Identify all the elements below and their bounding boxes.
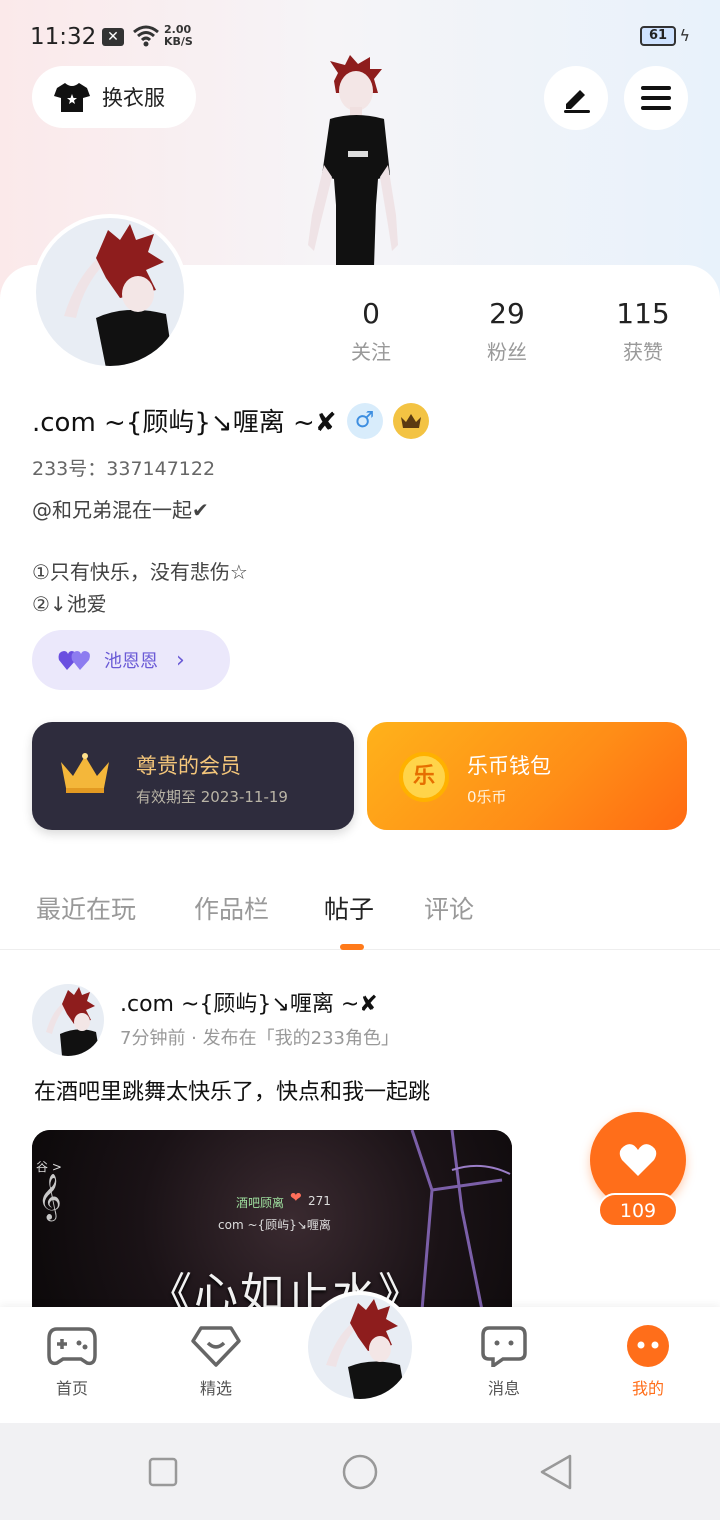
bottom-navigation: 首页 精选 消息 我的 bbox=[0, 1291, 720, 1423]
thumbnail-overlay-name: 酒吧顾离 bbox=[236, 1196, 285, 1210]
nav-home[interactable]: 首页 bbox=[27, 1325, 117, 1399]
bio-line-3: ②↓池爱 bbox=[32, 592, 107, 616]
stat-followers[interactable]: 29 粉丝 bbox=[462, 298, 552, 365]
gamepad-icon bbox=[47, 1327, 97, 1366]
stat-following[interactable]: 0 关注 bbox=[326, 298, 416, 365]
user-id: 233号：337147122 bbox=[32, 458, 216, 480]
profile-face-icon bbox=[627, 1325, 669, 1367]
double-heart-icon bbox=[58, 651, 90, 670]
system-navigation-bar bbox=[0, 1423, 720, 1520]
cp-name: 池恩恩 bbox=[104, 651, 158, 672]
tab-recently-played[interactable]: 最近在玩 bbox=[36, 890, 136, 926]
wallet-balance: 0乐币 bbox=[467, 788, 507, 806]
music-note-icon: 𝄞 bbox=[38, 1174, 62, 1220]
pencil-icon bbox=[564, 90, 590, 113]
edit-profile-button[interactable] bbox=[544, 66, 608, 130]
post-meta: 7分钟前 · 发布在「我的233角色」 bbox=[120, 1028, 399, 1049]
recent-apps-icon[interactable] bbox=[148, 1457, 178, 1487]
status-bar: 11:32 ✕ 2.00 KB/S 61 ϟ bbox=[0, 18, 720, 58]
chevron-right-icon: › bbox=[176, 647, 185, 673]
tab-comments[interactable]: 评论 bbox=[424, 890, 474, 926]
nav-featured-label: 精选 bbox=[199, 1379, 232, 1398]
bio-line-1: @和兄弟混在一起✔ bbox=[32, 498, 209, 522]
profile-name-row: .com ~{顾屿}↘喱离 ~✘ ♂ bbox=[32, 402, 429, 439]
thumbnail-top-left-text: 谷 > bbox=[36, 1160, 62, 1174]
tab-active-indicator bbox=[340, 944, 364, 950]
thumbnail-overlay-sub: com ~{顾屿}↘喱离 bbox=[218, 1218, 331, 1232]
wifi-icon bbox=[133, 25, 159, 47]
charging-bolt-icon: ϟ bbox=[679, 26, 690, 45]
back-triangle-icon[interactable] bbox=[538, 1453, 574, 1491]
profile-avatar[interactable] bbox=[32, 214, 188, 370]
wallet-title: 乐币钱包 bbox=[467, 754, 551, 778]
nav-messages-label: 消息 bbox=[487, 1379, 520, 1398]
male-gender-icon: ♂ bbox=[346, 402, 383, 439]
stat-likes-label: 获赞 bbox=[623, 340, 663, 364]
heart-icon bbox=[619, 1144, 657, 1176]
avatar-character-figure[interactable] bbox=[300, 55, 410, 267]
stat-following-count: 0 bbox=[362, 297, 380, 330]
overlay-heart-icon: ❤ bbox=[290, 1190, 302, 1206]
avatar-portrait bbox=[64, 224, 174, 366]
nav-home-label: 首页 bbox=[55, 1379, 88, 1398]
vip-expiry: 有效期至 2023-11-19 bbox=[136, 788, 288, 806]
post-author-name[interactable]: .com ~{顾屿}↘喱离 ~✘ bbox=[120, 986, 378, 1018]
nav-me-label: 我的 bbox=[631, 1379, 664, 1398]
nav-me[interactable]: 我的 bbox=[603, 1325, 693, 1399]
vip-membership-card[interactable]: 尊贵的会员 有效期至 2023-11-19 bbox=[32, 722, 354, 830]
change-outfit-button[interactable]: 换衣服 bbox=[32, 66, 196, 128]
crown-badge-icon[interactable] bbox=[392, 402, 429, 439]
profile-name: .com ~{顾屿}↘喱离 ~✘ bbox=[32, 408, 337, 438]
network-speed: 2.00 KB/S bbox=[164, 24, 193, 48]
coin-icon: 乐 bbox=[399, 752, 449, 802]
profile-tabs: 最近在玩 作品栏 帖子 评论 bbox=[0, 884, 720, 950]
vip-title: 尊贵的会员 bbox=[136, 754, 241, 778]
nav-featured[interactable]: 精选 bbox=[171, 1325, 261, 1399]
menu-button[interactable] bbox=[624, 66, 688, 130]
stat-following-label: 关注 bbox=[351, 340, 391, 364]
center-avatar-portrait bbox=[326, 1299, 406, 1399]
stat-followers-count: 29 bbox=[489, 297, 525, 330]
thumbnail-overlay-count: 271 bbox=[308, 1194, 331, 1208]
like-count: 109 bbox=[598, 1193, 678, 1227]
status-time: 11:32 bbox=[30, 24, 97, 50]
nav-center-avatar[interactable] bbox=[304, 1291, 416, 1403]
post-video-thumbnail[interactable]: 谷 > 𝄞 酒吧顾离 ❤ 271 com ~{顾屿}↘喱离 《心如止水》 bbox=[32, 1130, 512, 1310]
home-circle-icon[interactable] bbox=[341, 1453, 379, 1491]
stat-likes[interactable]: 115 获赞 bbox=[598, 298, 688, 365]
hamburger-menu-icon bbox=[641, 86, 671, 110]
post-text: 在酒吧里跳舞太快乐了，快点和我一起跳 bbox=[34, 1080, 431, 1105]
stat-likes-count: 115 bbox=[616, 297, 670, 330]
wallet-card[interactable]: 乐 乐币钱包 0乐币 bbox=[367, 722, 687, 830]
post-author-avatar[interactable] bbox=[32, 984, 104, 1056]
heart-diamond-icon bbox=[191, 1326, 241, 1367]
tshirt-icon bbox=[54, 83, 90, 112]
chat-bubble-icon bbox=[481, 1326, 527, 1370]
bio-line-2: ①只有快乐，没有悲伤☆ bbox=[32, 560, 248, 584]
cp-relationship-pill[interactable]: 池恩恩 › bbox=[32, 630, 230, 690]
tab-works[interactable]: 作品栏 bbox=[194, 890, 269, 926]
crown-icon bbox=[400, 413, 421, 428]
stat-followers-label: 粉丝 bbox=[487, 340, 527, 364]
notification-x-icon: ✕ bbox=[102, 28, 124, 46]
tab-posts[interactable]: 帖子 bbox=[324, 890, 374, 926]
change-outfit-label: 换衣服 bbox=[102, 86, 165, 110]
post-avatar-portrait bbox=[46, 987, 100, 1056]
nav-messages[interactable]: 消息 bbox=[459, 1325, 549, 1399]
network-speed-unit: KB/S bbox=[164, 35, 193, 48]
gold-crown-icon bbox=[61, 753, 109, 793]
battery-indicator: 61 bbox=[640, 26, 676, 46]
